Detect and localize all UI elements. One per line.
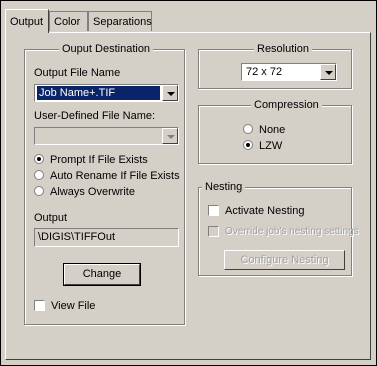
radio-button-selected[interactable] xyxy=(34,154,44,164)
tab-output[interactable]: Output xyxy=(5,9,49,33)
output-destination-group: Ouput Destination Output File Name Job N… xyxy=(24,43,185,325)
output-label: Output xyxy=(34,212,68,224)
output-file-name-dropdown[interactable]: Job Name+.TIF xyxy=(34,84,179,102)
dropdown-button[interactable] xyxy=(320,64,336,80)
output-file-name-value: Job Name+.TIF xyxy=(37,86,160,100)
output-path-field: \DIGIS\TIFFOut xyxy=(34,228,179,247)
resolution-dropdown[interactable]: 72 x 72 xyxy=(241,63,337,81)
change-button[interactable]: Change xyxy=(63,263,141,286)
chevron-down-icon xyxy=(167,92,175,96)
resolution-value: 72 x 72 xyxy=(246,66,283,78)
radio-label: Auto Rename If File Exists xyxy=(50,170,180,182)
checkbox-box[interactable] xyxy=(208,226,219,237)
compression-group: Compression None LZW xyxy=(198,99,352,164)
checkbox-box[interactable] xyxy=(208,205,219,216)
dropdown-button[interactable] xyxy=(162,85,178,101)
tab-panel-output: Ouput Destination Output File Name Job N… xyxy=(5,32,371,360)
radio-label: None xyxy=(259,124,286,136)
resolution-group: Resolution 72 x 72 xyxy=(198,43,352,89)
radio-button-selected[interactable] xyxy=(243,140,253,150)
checkbox-box[interactable] xyxy=(34,300,45,311)
user-defined-file-name-value xyxy=(37,129,160,143)
radio-label: Always Overwrite xyxy=(50,186,135,198)
radio-label: LZW xyxy=(259,140,283,152)
chevron-down-icon xyxy=(325,71,333,75)
chevron-down-icon xyxy=(167,135,175,139)
user-defined-file-name-dropdown[interactable] xyxy=(34,127,179,145)
radio-label: Prompt If File Exists xyxy=(50,154,148,166)
output-settings-dialog: Output Color Separations Ouput Destinati… xyxy=(0,0,377,366)
checkbox-label: View File xyxy=(51,300,96,312)
nesting-group: Nesting Activate Nesting Override job's … xyxy=(198,181,359,276)
checkbox-label: Override job's nesting settings xyxy=(225,226,359,237)
radio-button[interactable] xyxy=(34,186,44,196)
user-defined-file-name-label: User-Defined File Name: xyxy=(34,110,156,122)
checkbox-label: Activate Nesting xyxy=(225,205,305,217)
resolution-title: Resolution xyxy=(254,43,312,55)
nesting-title: Nesting xyxy=(202,181,246,193)
output-destination-title: Ouput Destination xyxy=(59,43,154,55)
compression-title: Compression xyxy=(251,99,322,111)
tab-strip: Output Color Separations xyxy=(5,9,373,33)
dropdown-button[interactable] xyxy=(162,128,178,144)
radio-button[interactable] xyxy=(34,170,44,180)
configure-nesting-button[interactable]: Configure Nesting xyxy=(224,250,345,270)
tab-separations[interactable]: Separations xyxy=(88,11,152,31)
tab-color[interactable]: Color xyxy=(49,11,88,31)
radio-button[interactable] xyxy=(243,124,253,134)
output-file-name-label: Output File Name xyxy=(34,67,121,79)
